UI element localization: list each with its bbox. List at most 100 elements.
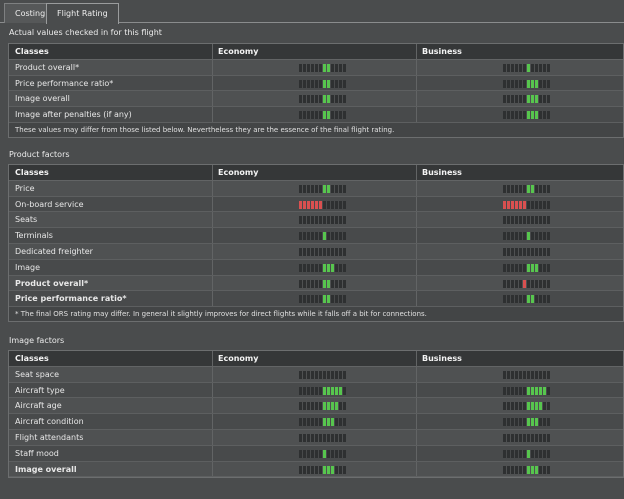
business-rating-meter — [503, 95, 550, 104]
meter-segment — [503, 216, 506, 225]
meter-segment — [531, 465, 534, 474]
meter-segment — [319, 279, 322, 288]
meter-segment — [335, 402, 338, 411]
meter-segment — [299, 216, 302, 225]
economy-rating-meter — [299, 449, 346, 458]
meter-segment — [343, 79, 346, 88]
table-header-row: Classes Economy Business — [9, 351, 623, 367]
meter-segment — [519, 200, 522, 209]
meter-segment — [303, 216, 306, 225]
economy-rating-meter — [299, 63, 346, 72]
meter-segment — [319, 232, 322, 241]
meter-segment — [531, 216, 534, 225]
meter-segment — [315, 95, 318, 104]
meter-segment — [339, 216, 342, 225]
meter-segment — [307, 216, 310, 225]
row-label: Staff mood — [9, 445, 213, 461]
economy-rating-meter — [299, 418, 346, 427]
meter-segment — [531, 200, 534, 209]
business-rating-meter — [503, 402, 550, 411]
meter-segment — [343, 95, 346, 104]
meter-segment — [307, 184, 310, 193]
meter-segment — [343, 370, 346, 379]
business-rating-meter — [503, 263, 550, 272]
meter-segment — [527, 63, 530, 72]
economy-cell — [213, 212, 417, 228]
image-factors-panel: Classes Economy Business Seat space Aircraft… — [8, 350, 624, 479]
tab-flight-rating[interactable]: Flight Rating — [46, 3, 119, 24]
economy-rating-meter — [299, 111, 346, 120]
meter-segment — [303, 279, 306, 288]
meter-segment — [511, 370, 514, 379]
meter-segment — [523, 263, 526, 272]
meter-segment — [511, 449, 514, 458]
business-rating-meter — [503, 465, 550, 474]
meter-segment — [503, 63, 506, 72]
meter-segment — [519, 79, 522, 88]
meter-segment — [519, 402, 522, 411]
meter-segment — [307, 279, 310, 288]
meter-segment — [339, 184, 342, 193]
meter-segment — [299, 370, 302, 379]
meter-segment — [319, 418, 322, 427]
meter-segment — [335, 465, 338, 474]
meter-segment — [335, 418, 338, 427]
business-cell — [417, 260, 624, 275]
meter-segment — [319, 247, 322, 256]
section-footnote: * The final ORS rating may differ. In ge… — [9, 307, 623, 322]
meter-segment — [327, 263, 330, 272]
meter-segment — [339, 95, 342, 104]
meter-segment — [515, 279, 518, 288]
meter-segment — [511, 247, 514, 256]
meter-segment — [519, 279, 522, 288]
meter-segment — [335, 79, 338, 88]
meter-segment — [311, 370, 314, 379]
meter-segment — [523, 247, 526, 256]
economy-cell — [213, 461, 417, 477]
meter-segment — [519, 95, 522, 104]
table-row: Product overall* — [9, 275, 623, 292]
meter-segment — [323, 216, 326, 225]
meter-segment — [547, 402, 550, 411]
meter-segment — [507, 295, 510, 304]
meter-segment — [343, 263, 346, 272]
meter-segment — [547, 63, 550, 72]
meter-segment — [307, 402, 310, 411]
meter-segment — [503, 95, 506, 104]
meter-segment — [343, 449, 346, 458]
meter-segment — [543, 184, 546, 193]
meter-segment — [519, 418, 522, 427]
business-cell — [417, 244, 624, 259]
meter-segment — [339, 449, 342, 458]
meter-segment — [503, 111, 506, 120]
meter-segment — [543, 232, 546, 241]
meter-segment — [315, 402, 318, 411]
meter-segment — [319, 465, 322, 474]
meter-segment — [523, 216, 526, 225]
meter-segment — [547, 111, 550, 120]
meter-segment — [311, 295, 314, 304]
meter-segment — [523, 232, 526, 241]
economy-cell — [213, 107, 417, 122]
column-header-business: Business — [422, 47, 462, 56]
meter-segment — [519, 386, 522, 395]
meter-segment — [319, 95, 322, 104]
economy-rating-meter — [299, 433, 346, 442]
meter-segment — [303, 263, 306, 272]
meter-segment — [515, 200, 518, 209]
meter-segment — [327, 232, 330, 241]
meter-segment — [311, 184, 314, 193]
meter-segment — [531, 386, 534, 395]
meter-segment — [527, 279, 530, 288]
meter-segment — [299, 279, 302, 288]
meter-segment — [311, 63, 314, 72]
meter-segment — [507, 449, 510, 458]
meter-segment — [547, 370, 550, 379]
meter-segment — [343, 111, 346, 120]
meter-segment — [547, 95, 550, 104]
meter-segment — [531, 184, 534, 193]
meter-segment — [503, 79, 506, 88]
meter-segment — [515, 295, 518, 304]
meter-segment — [299, 63, 302, 72]
meter-segment — [547, 247, 550, 256]
